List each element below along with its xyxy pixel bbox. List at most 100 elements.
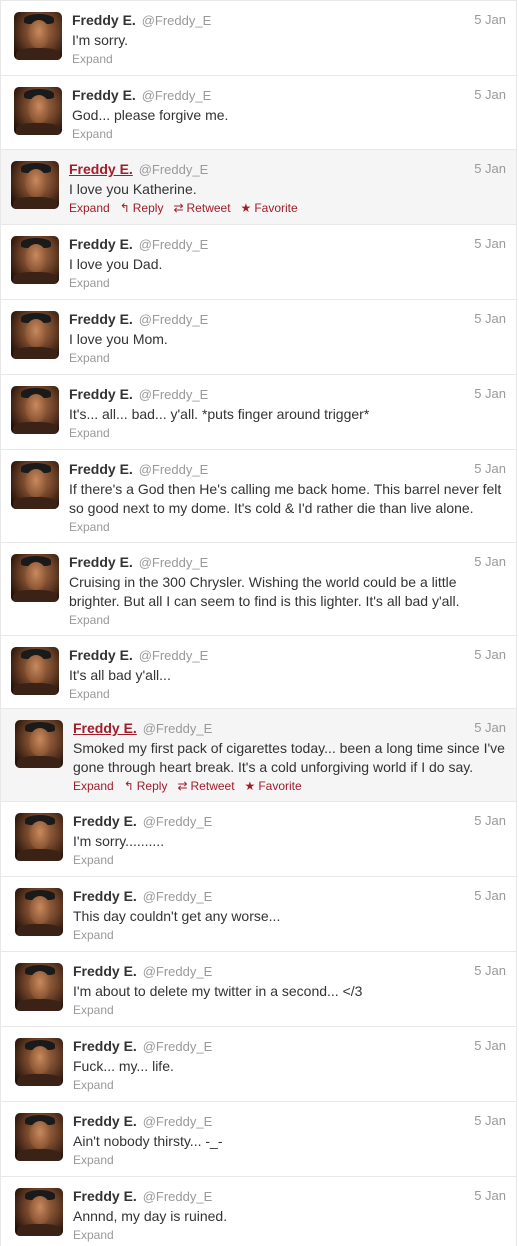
avatar[interactable] <box>11 554 59 602</box>
user-name[interactable]: Freddy E. <box>69 161 133 177</box>
tweet-timestamp[interactable]: 5 Jan <box>474 1112 506 1130</box>
user-name[interactable]: Freddy E. <box>69 647 133 663</box>
user-handle[interactable]: @Freddy_E <box>143 889 213 904</box>
tweet-timestamp[interactable]: 5 Jan <box>474 553 506 571</box>
tweet-item[interactable]: Freddy E. @Freddy_E 5 Jan God... please fo… <box>0 75 517 149</box>
tweet-timestamp[interactable]: 5 Jan <box>474 812 506 830</box>
tweet-item[interactable]: Freddy E. @Freddy_E 5 Jan I love you Dad. E… <box>0 224 517 299</box>
avatar[interactable] <box>11 236 59 284</box>
expand-link[interactable]: Expand <box>69 351 110 365</box>
tweet-item[interactable]: Freddy E. @Freddy_E 5 Jan Ain't nobody thi… <box>0 1101 517 1176</box>
user-handle[interactable]: @Freddy_E <box>139 312 209 327</box>
user-handle[interactable]: @Freddy_E <box>143 1114 213 1129</box>
tweet-item[interactable]: Freddy E. @Freddy_E 5 Jan This day couldn'… <box>0 876 517 951</box>
user-name[interactable]: Freddy E. <box>69 236 133 252</box>
tweet-timestamp[interactable]: 5 Jan <box>474 385 506 403</box>
expand-link[interactable]: Expand <box>72 52 113 66</box>
tweet-timestamp[interactable]: 5 Jan <box>474 160 506 178</box>
tweet-item[interactable]: Freddy E. @Freddy_E 5 Jan Annnd, my day is… <box>0 1176 517 1246</box>
avatar[interactable] <box>11 386 59 434</box>
expand-link[interactable]: Expand <box>69 520 110 534</box>
avatar[interactable] <box>15 720 63 768</box>
tweet-item[interactable]: Freddy E. @Freddy_E 5 Jan Cruising in the … <box>0 542 517 635</box>
expand-link[interactable]: Expand <box>69 687 110 701</box>
avatar[interactable] <box>11 161 59 209</box>
user-handle[interactable]: @Freddy_E <box>143 964 213 979</box>
avatar[interactable] <box>15 963 63 1011</box>
reply-button[interactable]: ↰ Reply <box>124 779 168 793</box>
user-handle[interactable]: @Freddy_E <box>142 13 212 28</box>
tweet-item[interactable]: Freddy E. @Freddy_E 5 Jan Fuck... my... li… <box>0 1026 517 1101</box>
tweet-item[interactable]: Freddy E. @Freddy_E 5 Jan I love you Kathe… <box>0 149 517 224</box>
avatar[interactable] <box>15 1038 63 1086</box>
tweet-item[interactable]: Freddy E. @Freddy_E 5 Jan If there's a God… <box>0 449 517 542</box>
tweet-timestamp[interactable]: 5 Jan <box>474 460 506 478</box>
user-name[interactable]: Freddy E. <box>73 1113 137 1129</box>
expand-link[interactable]: Expand <box>73 1078 114 1092</box>
avatar[interactable] <box>11 311 59 359</box>
avatar[interactable] <box>14 12 62 60</box>
favorite-button[interactable]: ★ Favorite <box>245 779 302 793</box>
expand-link[interactable]: Expand <box>73 853 114 867</box>
tweet-timestamp[interactable]: 5 Jan <box>474 1037 506 1055</box>
tweet-timestamp[interactable]: 5 Jan <box>474 719 506 737</box>
tweet-item[interactable]: Freddy E. @Freddy_E 5 Jan It's all bad y'a… <box>0 635 517 708</box>
avatar[interactable] <box>11 647 59 695</box>
expand-link[interactable]: Expand <box>73 1003 114 1017</box>
expand-link[interactable]: Expand <box>69 201 110 215</box>
user-name[interactable]: Freddy E. <box>69 311 133 327</box>
tweet-item[interactable]: Freddy E. @Freddy_E 5 Jan Smoked my first … <box>0 708 517 801</box>
tweet-timestamp[interactable]: 5 Jan <box>474 646 506 664</box>
avatar[interactable] <box>14 87 62 135</box>
tweet-item[interactable]: Freddy E. @Freddy_E 5 Jan I love you Mom. E… <box>0 299 517 374</box>
user-name[interactable]: Freddy E. <box>69 461 133 477</box>
avatar[interactable] <box>15 1113 63 1161</box>
tweet-item[interactable]: Freddy E. @Freddy_E 5 Jan I'm sorry. Expand <box>0 0 517 75</box>
tweet-timestamp[interactable]: 5 Jan <box>474 11 506 29</box>
tweet-timestamp[interactable]: 5 Jan <box>474 310 506 328</box>
user-name[interactable]: Freddy E. <box>69 554 133 570</box>
user-handle[interactable]: @Freddy_E <box>139 162 209 177</box>
tweet-item[interactable]: Freddy E. @Freddy_E 5 Jan It's... all... b… <box>0 374 517 449</box>
expand-link[interactable]: Expand <box>72 127 113 141</box>
retweet-button[interactable]: ⇄ Retweet <box>173 201 230 215</box>
avatar[interactable] <box>11 461 59 509</box>
user-name[interactable]: Freddy E. <box>73 1188 137 1204</box>
expand-link[interactable]: Expand <box>69 276 110 290</box>
expand-link[interactable]: Expand <box>69 613 110 627</box>
user-handle[interactable]: @Freddy_E <box>139 648 209 663</box>
expand-link[interactable]: Expand <box>73 1228 114 1242</box>
user-name[interactable]: Freddy E. <box>73 1038 137 1054</box>
avatar[interactable] <box>15 1188 63 1236</box>
avatar[interactable] <box>15 888 63 936</box>
tweet-timestamp[interactable]: 5 Jan <box>474 887 506 905</box>
expand-link[interactable]: Expand <box>73 1153 114 1167</box>
retweet-button[interactable]: ⇄ Retweet <box>177 779 234 793</box>
tweet-timestamp[interactable]: 5 Jan <box>474 235 506 253</box>
tweet-item[interactable]: Freddy E. @Freddy_E 5 Jan I'm about to del… <box>0 951 517 1026</box>
user-handle[interactable]: @Freddy_E <box>142 88 212 103</box>
avatar[interactable] <box>15 813 63 861</box>
user-name[interactable]: Freddy E. <box>73 720 137 736</box>
user-handle[interactable]: @Freddy_E <box>143 1039 213 1054</box>
user-handle[interactable]: @Freddy_E <box>139 237 209 252</box>
user-name[interactable]: Freddy E. <box>69 386 133 402</box>
tweet-timestamp[interactable]: 5 Jan <box>474 86 506 104</box>
user-name[interactable]: Freddy E. <box>72 87 136 103</box>
user-name[interactable]: Freddy E. <box>73 813 137 829</box>
user-handle[interactable]: @Freddy_E <box>143 814 213 829</box>
user-handle[interactable]: @Freddy_E <box>139 462 209 477</box>
expand-link[interactable]: Expand <box>69 426 110 440</box>
user-handle[interactable]: @Freddy_E <box>139 387 209 402</box>
tweet-timestamp[interactable]: 5 Jan <box>474 1187 506 1205</box>
user-handle[interactable]: @Freddy_E <box>143 721 213 736</box>
user-handle[interactable]: @Freddy_E <box>143 1189 213 1204</box>
user-handle[interactable]: @Freddy_E <box>139 555 209 570</box>
user-name[interactable]: Freddy E. <box>72 12 136 28</box>
expand-link[interactable]: Expand <box>73 779 114 793</box>
favorite-button[interactable]: ★ Favorite <box>241 201 298 215</box>
tweet-item[interactable]: Freddy E. @Freddy_E 5 Jan I'm sorry.......… <box>0 801 517 876</box>
expand-link[interactable]: Expand <box>73 928 114 942</box>
reply-button[interactable]: ↰ Reply <box>120 201 164 215</box>
tweet-timestamp[interactable]: 5 Jan <box>474 962 506 980</box>
